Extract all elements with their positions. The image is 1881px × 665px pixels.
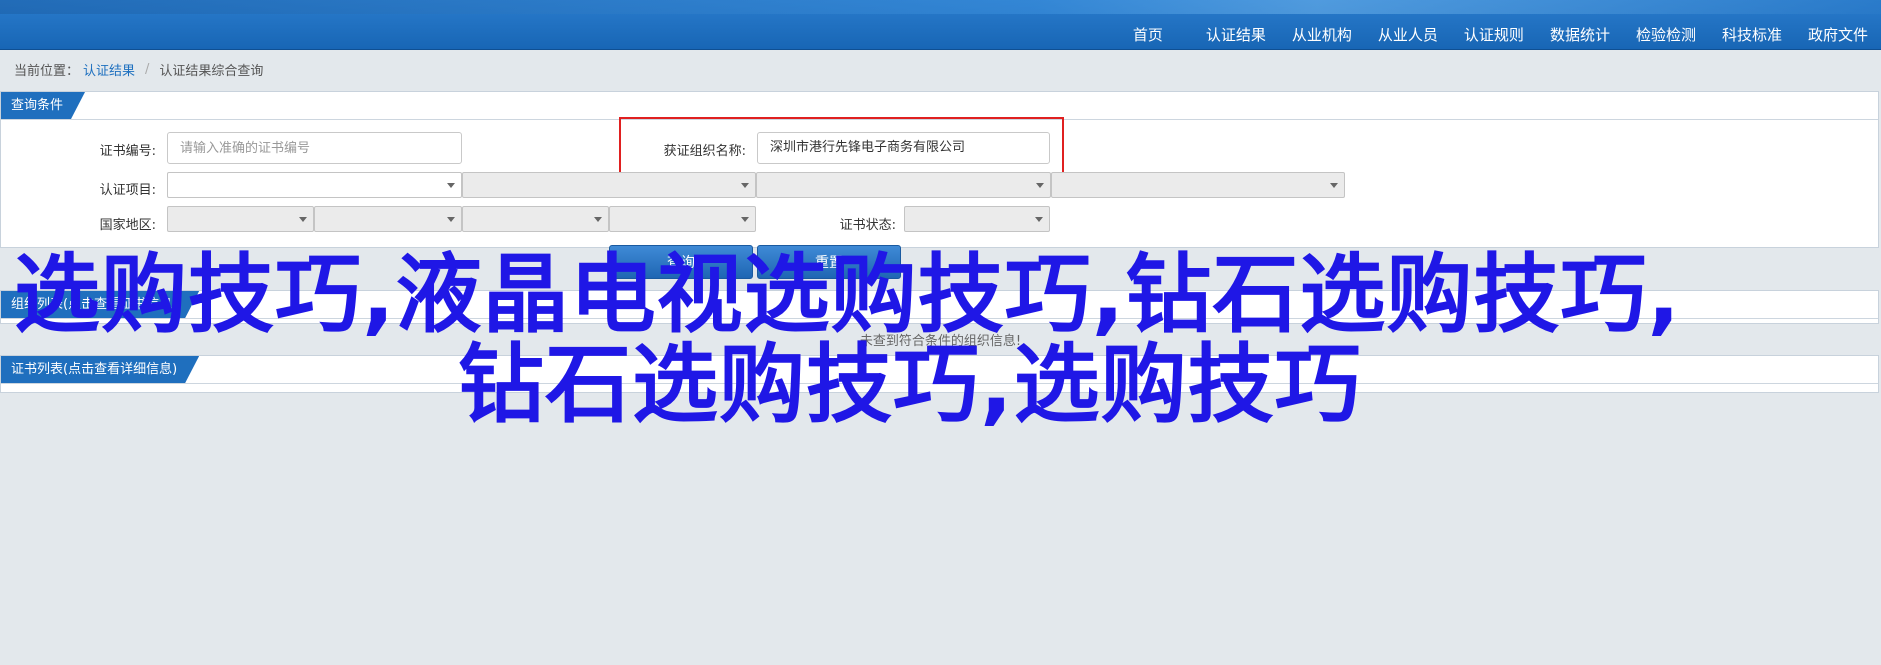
region-select-1[interactable] (167, 206, 314, 232)
breadcrumb-separator: / (145, 61, 150, 77)
chevron-down-icon (299, 217, 307, 222)
nav-item-gov-docs[interactable]: 政府文件 (1795, 24, 1881, 45)
project-select-3[interactable] (756, 172, 1051, 198)
chevron-down-icon (741, 217, 749, 222)
project-label: 认证项目: (99, 183, 156, 198)
chevron-down-icon (1330, 183, 1338, 188)
chevron-down-icon (447, 183, 455, 188)
region-select-4[interactable] (609, 206, 756, 232)
chevron-down-icon (447, 217, 455, 222)
cert-no-input[interactable] (167, 132, 462, 164)
header-banner-strip (0, 0, 1881, 14)
nav-item-cert-results[interactable]: 认证结果 (1193, 24, 1279, 45)
breadcrumb-prefix: 当前位置： (14, 63, 80, 79)
org-name-input[interactable]: 深圳市港行先锋电子商务有限公司 (757, 132, 1050, 164)
nav-item-personnel[interactable]: 从业人员 (1365, 24, 1451, 45)
chevron-down-icon (594, 217, 602, 222)
project-select-2[interactable] (462, 172, 756, 198)
nav-item-inspection[interactable]: 检验检测 (1623, 24, 1709, 45)
nav-item-institutions[interactable]: 从业机构 (1279, 24, 1365, 45)
cert-no-label: 证书编号: (99, 144, 156, 159)
region-select-3[interactable] (462, 206, 609, 232)
chevron-down-icon (1036, 183, 1044, 188)
project-select-1[interactable] (167, 172, 462, 198)
breadcrumb: 当前位置： 认证结果 / 认证结果综合查询 (14, 60, 264, 79)
status-select[interactable] (904, 206, 1050, 232)
query-panel-title: 查询条件 (1, 92, 85, 119)
nav-item-cert-rules[interactable]: 认证规则 (1451, 24, 1537, 45)
main-nav: 首页 认证结果 从业机构 从业人员 认证规则 数据统计 检验检测 科技标准 政府… (1120, 22, 1881, 46)
chevron-down-icon (1035, 217, 1043, 222)
cert-list-title: 证书列表(点击查看详细信息) (1, 356, 199, 383)
overlay-text-line-2: 钻石选购技巧,选购技巧 (458, 335, 1362, 435)
chevron-down-icon (741, 183, 749, 188)
nav-item-standards[interactable]: 科技标准 (1709, 24, 1795, 45)
status-label: 证书状态: (839, 218, 896, 233)
org-name-label: 获证组织名称: (663, 144, 746, 159)
region-label: 国家地区: (99, 218, 156, 233)
overlay-text-line-1: 选购技巧,液晶电视选购技巧,钻石选购技巧, (14, 245, 1682, 345)
nav-item-home[interactable]: 首页 (1120, 24, 1193, 45)
project-select-4[interactable] (1051, 172, 1345, 198)
breadcrumb-link-cert-results[interactable]: 认证结果 (83, 60, 135, 79)
nav-item-statistics[interactable]: 数据统计 (1537, 24, 1623, 45)
breadcrumb-current: 认证结果综合查询 (159, 63, 264, 79)
query-panel-header: 查询条件 (1, 92, 1878, 120)
region-select-2[interactable] (314, 206, 462, 232)
top-navigation-bar: 首页 认证结果 从业机构 从业人员 认证规则 数据统计 检验检测 科技标准 政府… (0, 0, 1881, 50)
